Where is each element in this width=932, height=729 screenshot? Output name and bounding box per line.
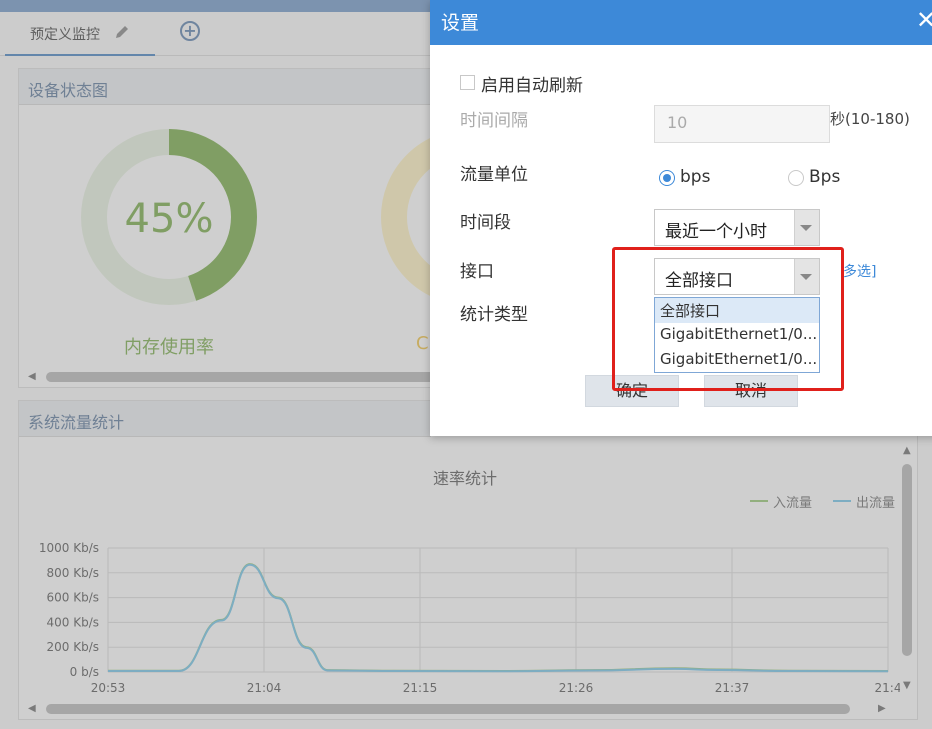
dialog-title: 设置 [441,12,480,34]
auto-refresh-label: 启用自动刷新 [481,76,583,96]
period-value: 最近一个小时 [665,222,767,242]
chevron-down-icon [800,225,812,231]
unit-label: 流量单位 [460,165,528,185]
dialog-header [430,0,932,45]
interval-hint: 秒(10-180) [830,110,910,128]
unit-Bps-radio[interactable] [788,170,804,186]
unit-bps-radio[interactable] [659,170,675,186]
interface-label: 接口 [460,262,494,282]
multi-select-link[interactable]: 多选] [843,261,876,281]
annotation-highlight-box [612,247,844,391]
stat-type-label: 统计类型 [460,305,528,325]
unit-Bps-label: Bps [809,167,841,187]
unit-bps-label: bps [680,167,711,187]
auto-refresh-checkbox[interactable] [460,75,475,90]
interval-input[interactable]: 10 [654,105,830,143]
close-icon[interactable]: ✕ [916,6,932,34]
period-label: 时间段 [460,213,511,233]
interval-label: 时间间隔 [460,111,528,131]
